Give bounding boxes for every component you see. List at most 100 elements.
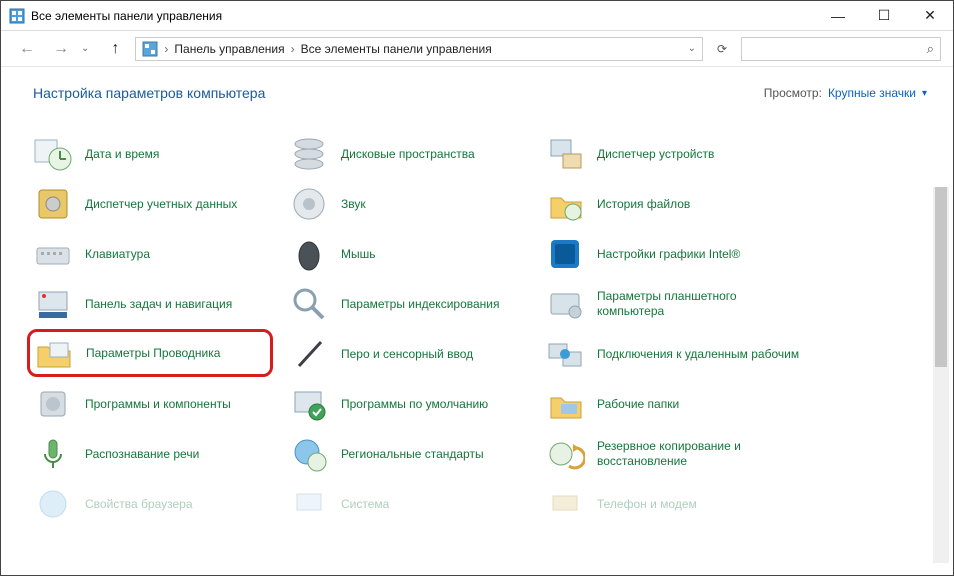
item-pen-touch[interactable]: Перо и сенсорный ввод [289,329,529,379]
item-indexing-options[interactable]: Параметры индексирования [289,279,529,329]
item-storage-spaces[interactable]: Дисковые пространства [289,129,529,179]
backup-icon [545,434,585,474]
up-button[interactable]: ↑ [101,36,129,62]
pen-icon [289,334,329,374]
item-phone-modem[interactable]: Телефон и модем [545,479,805,529]
item-keyboard[interactable]: Клавиатура [33,229,273,279]
globe-clock-icon [289,434,329,474]
item-sound[interactable]: Звук [289,179,529,229]
maximize-button[interactable]: ☐ [861,1,907,31]
search-box[interactable]: ⌕ [741,37,941,61]
view-dropdown[interactable]: Крупные значки [828,86,916,100]
item-system[interactable]: Система [289,479,529,529]
defaults-icon [289,384,329,424]
item-label: История файлов [597,197,690,212]
item-label: Настройки графики Intel® [597,247,740,262]
item-label: Звук [341,197,366,212]
disks-icon [289,134,329,174]
breadcrumb-a[interactable]: Панель управления [174,42,284,56]
address-dropdown[interactable]: ⌄ [682,43,702,54]
tablet-icon [545,284,585,324]
item-label: Подключения к удаленным рабочим [597,347,799,362]
item-label: Резервное копирование и восстановление [597,439,805,469]
speaker-icon [289,184,329,224]
item-label: Свойства браузера [85,497,193,512]
item-speech-recognition[interactable]: Распознавание речи [33,429,273,479]
item-remote-app-connections[interactable]: Подключения к удаленным рабочим [545,329,805,379]
system-icon [289,484,329,524]
microphone-icon [33,434,73,474]
clock-calendar-icon [33,134,73,174]
item-label: Панель задач и навигация [85,297,232,312]
item-label: Диспетчер устройств [597,147,714,162]
item-label: Рабочие папки [597,397,679,412]
item-label: Дата и время [85,147,159,162]
item-intel-graphics[interactable]: Настройки графики Intel® [545,229,805,279]
item-file-history[interactable]: История файлов [545,179,805,229]
folder-history-icon [545,184,585,224]
item-mouse[interactable]: Мышь [289,229,529,279]
item-label: Программы по умолчанию [341,397,488,412]
item-date-time[interactable]: Дата и время [33,129,273,179]
remote-icon [545,334,585,374]
keyboard-icon [33,234,73,274]
view-label: Просмотр: [764,86,822,100]
forward-button[interactable]: → [47,36,75,62]
mouse-icon [289,234,329,274]
item-label: Параметры Проводника [86,346,220,361]
search-icon[interactable]: ⌕ [921,41,940,57]
item-label: Телефон и модем [597,497,697,512]
content-area: Настройка параметров компьютера Просмотр… [1,67,953,575]
breadcrumb-b[interactable]: Все элементы панели управления [301,42,492,56]
items-grid: Дата и время Дисковые пространства Диспе… [33,129,927,529]
chevron-right-icon: › [291,42,295,56]
item-tablet-pc-settings[interactable]: Параметры планшетного компьютера [545,279,805,329]
folder-options-icon [34,333,74,373]
item-region[interactable]: Региональные стандарты [289,429,529,479]
close-button[interactable]: ✕ [907,1,953,31]
item-internet-options[interactable]: Свойства браузера [33,479,273,529]
titlebar: Все элементы панели управления — ☐ ✕ [1,1,953,31]
refresh-button[interactable]: ⟳ [709,37,735,61]
item-work-folders[interactable]: Рабочие папки [545,379,805,429]
search-input[interactable] [748,42,921,56]
browser-icon [33,484,73,524]
item-credential-manager[interactable]: Диспетчер учетных данных [33,179,273,229]
item-label: Программы и компоненты [85,397,231,412]
item-label: Дисковые пространства [341,147,475,162]
navbar: ← → ⌄ ↑ › Панель управления › Все элемен… [1,31,953,67]
view-selector: Просмотр: Крупные значки ▾ [764,86,927,100]
programs-icon [33,384,73,424]
vertical-scrollbar[interactable] [933,187,949,563]
item-label: Диспетчер учетных данных [85,197,237,212]
work-folders-icon [545,384,585,424]
window-controls: — ☐ ✕ [815,1,953,31]
item-label: Клавиатура [85,247,150,262]
minimize-button[interactable]: — [815,1,861,31]
item-device-manager[interactable]: Диспетчер устройств [545,129,805,179]
item-default-programs[interactable]: Программы по умолчанию [289,379,529,429]
item-label: Распознавание речи [85,447,199,462]
item-programs-features[interactable]: Программы и компоненты [33,379,273,429]
indexing-icon [289,284,329,324]
item-label: Параметры планшетного компьютера [597,289,805,319]
item-label: Параметры индексирования [341,297,499,312]
chevron-right-icon: › [164,42,168,56]
item-backup-restore[interactable]: Резервное копирование и восстановление [545,429,805,479]
window-title: Все элементы панели управления [31,9,222,23]
control-panel-icon-small [142,41,158,57]
heading-row: Настройка параметров компьютера Просмотр… [33,85,927,101]
item-label: Мышь [341,247,376,262]
scrollbar-thumb[interactable] [935,187,947,367]
address-bar[interactable]: › Панель управления › Все элементы панел… [135,37,703,61]
chevron-down-icon[interactable]: ▾ [922,88,927,99]
page-heading: Настройка параметров компьютера [33,85,265,101]
control-panel-icon [9,8,25,24]
item-explorer-options[interactable]: Параметры Проводника [27,329,273,377]
back-button[interactable]: ← [13,36,41,62]
history-dropdown[interactable]: ⌄ [81,43,89,54]
item-label: Система [341,497,389,512]
intel-icon [545,234,585,274]
item-taskbar-navigation[interactable]: Панель задач и навигация [33,279,273,329]
safe-icon [33,184,73,224]
